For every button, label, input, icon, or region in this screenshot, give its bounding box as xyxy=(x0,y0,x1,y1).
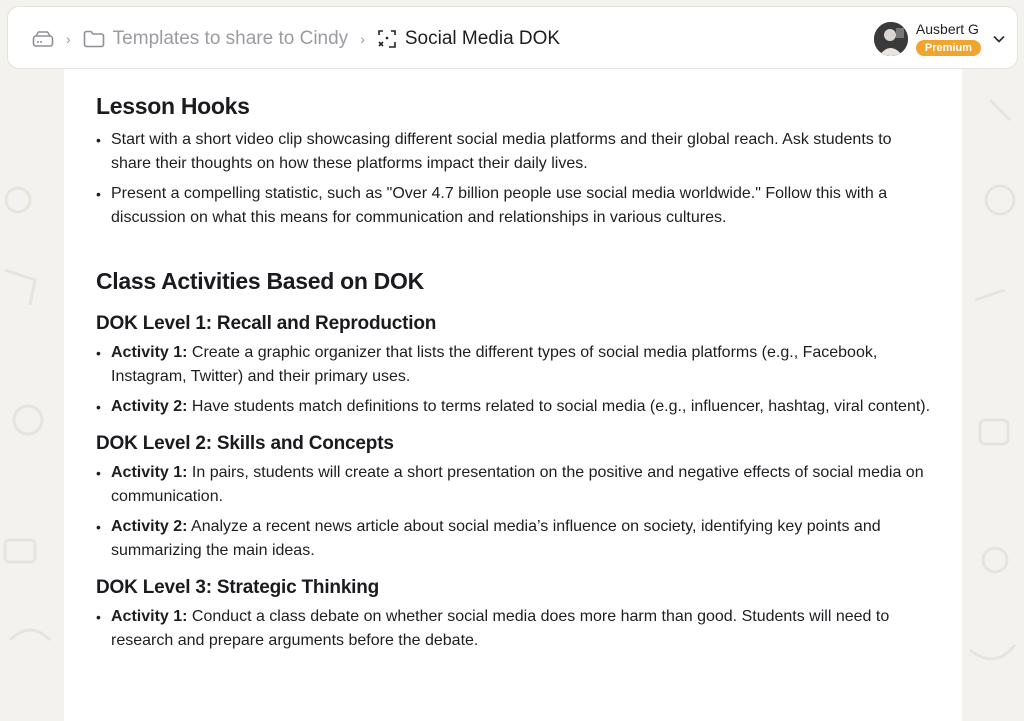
lesson-hooks-heading: Lesson Hooks xyxy=(96,93,250,119)
dok-level-1-list: Activity 1: Create a graphic organizer t… xyxy=(96,341,936,419)
activity-text: In pairs, students will create a short p… xyxy=(111,464,924,505)
list-item: Activity 1: Conduct a class debate on wh… xyxy=(96,605,936,653)
breadcrumb-folder-link[interactable]: Templates to share to Cindy xyxy=(113,28,349,50)
activity-text: Analyze a recent news article about soci… xyxy=(111,518,881,559)
class-activities-heading: Class Activities Based on DOK xyxy=(96,268,424,294)
chevron-right-icon: › xyxy=(66,30,71,47)
dok-level-2-list: Activity 1: In pairs, students will crea… xyxy=(96,461,936,563)
breadcrumb: › Templates to share to Cindy › Social M… xyxy=(32,7,560,70)
premium-badge: Premium xyxy=(915,40,981,56)
list-item: Activity 2: Have students match definiti… xyxy=(96,395,936,419)
list-item: Start with a short video clip showcasing… xyxy=(96,128,936,176)
template-icon xyxy=(377,29,397,49)
top-bar: › Templates to share to Cindy › Social M… xyxy=(7,6,1018,69)
activity-label: Activity 1: xyxy=(111,608,188,625)
activity-text: Create a graphic organizer that lists th… xyxy=(111,344,878,385)
dok-level-3-list: Activity 1: Conduct a class debate on wh… xyxy=(96,605,936,653)
activity-label: Activity 1: xyxy=(111,464,188,481)
chevron-down-icon[interactable] xyxy=(993,35,1005,43)
activity-text: Conduct a class debate on whether social… xyxy=(111,608,890,649)
drive-icon[interactable] xyxy=(32,30,54,48)
dok-level-3-heading: DOK Level 3: Strategic Thinking xyxy=(96,577,380,598)
user-name: Ausbert G xyxy=(915,21,979,37)
avatar[interactable] xyxy=(873,21,908,56)
list-item: Present a compelling statistic, such as … xyxy=(96,182,936,230)
activity-label: Activity 2: xyxy=(111,518,188,535)
dok-level-1-heading: DOK Level 1: Recall and Reproduction xyxy=(96,313,437,334)
list-item: Activity 1: Create a graphic organizer t… xyxy=(96,341,936,389)
document-panel: Lesson Hooks Start with a short video cl… xyxy=(64,69,962,721)
list-item: Activity 1: In pairs, students will crea… xyxy=(96,461,936,509)
breadcrumb-current: Social Media DOK xyxy=(404,27,561,49)
lesson-hooks-list: Start with a short video clip showcasing… xyxy=(96,128,936,230)
dok-level-2-heading: DOK Level 2: Skills and Concepts xyxy=(96,433,394,454)
list-item: Activity 2: Analyze a recent news articl… xyxy=(96,515,936,563)
activity-label: Activity 1: xyxy=(111,344,188,361)
activity-text: Have students match definitions to terms… xyxy=(187,398,931,415)
activity-label: Activity 2: xyxy=(111,398,188,415)
user-menu[interactable]: Ausbert G Premium xyxy=(873,7,1005,70)
folder-icon xyxy=(83,30,105,48)
chevron-right-icon: › xyxy=(360,30,365,47)
document-content: Lesson Hooks Start with a short video cl… xyxy=(64,69,936,653)
